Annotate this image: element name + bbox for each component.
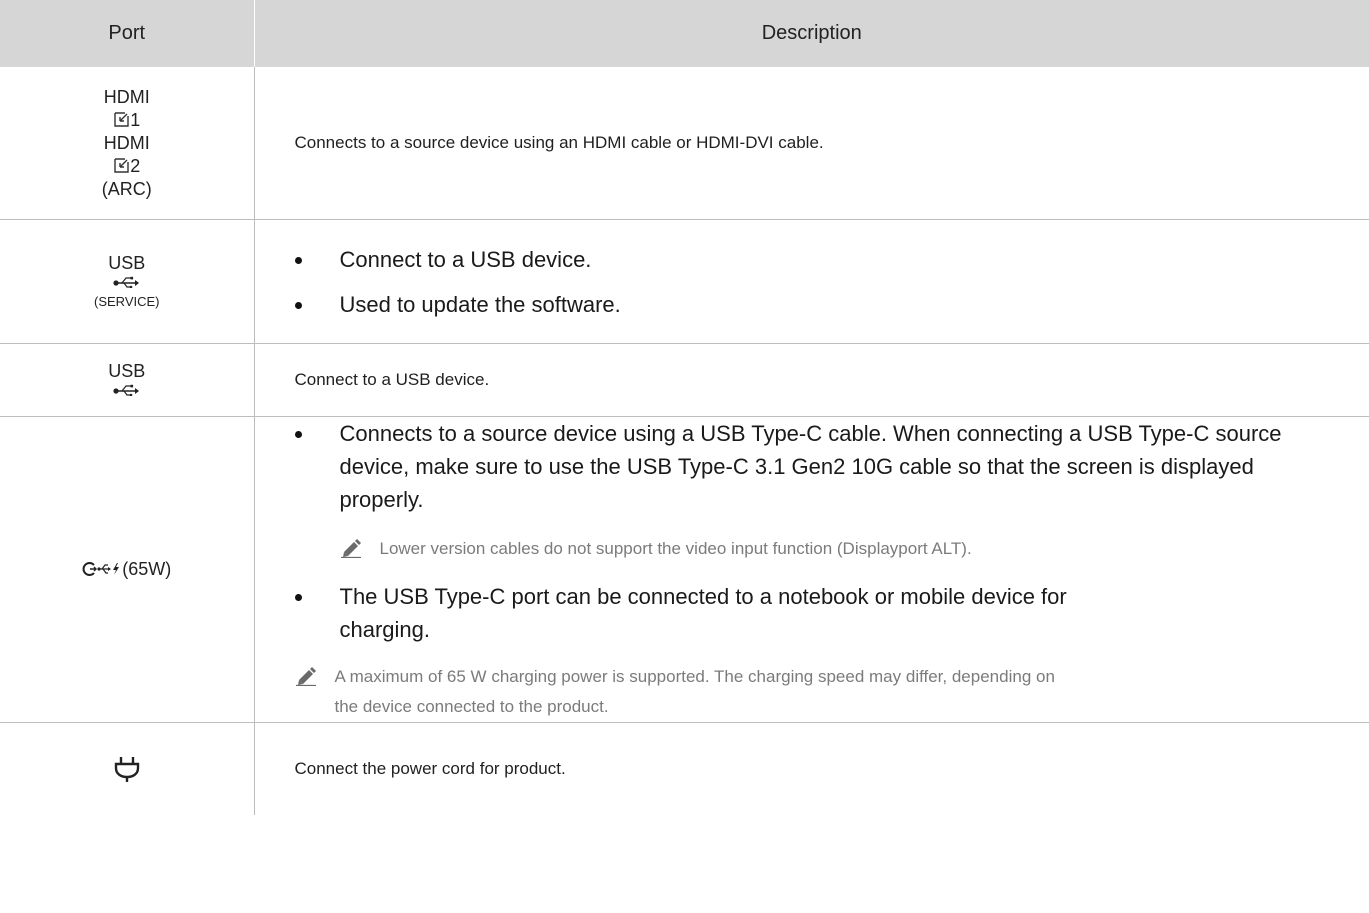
port-cell-usb: USB — [0, 343, 255, 417]
description-text-hdmi: Connects to a source device using an HDM… — [294, 133, 824, 152]
port-label-hdmi2: HDMI — [103, 132, 150, 153]
description-cell-usb-service: Connect to a USB device. Used to update … — [254, 219, 1369, 344]
header-description: Description — [254, 0, 1369, 67]
note-cable-version: Lower version cables do not support the … — [295, 534, 1350, 564]
port-label-usb-service: USB — [108, 253, 146, 273]
list-item: The USB Type-C port can be connected to … — [294, 580, 1350, 646]
usb-icon — [113, 276, 139, 289]
port-number-hdmi2: 2 — [130, 155, 141, 176]
description-cell-usb: Connect to a USB device. — [254, 343, 1369, 417]
list-item: Connect to a USB device. — [294, 243, 1350, 276]
description-text-power: Connect the power cord for product. — [294, 759, 566, 778]
bullet-list-usb-c-2: The USB Type-C port can be connected to … — [294, 580, 1350, 646]
pencil-note-icon — [340, 539, 361, 558]
port-label-usb: USB — [108, 360, 146, 381]
table-header-row: Port Description — [0, 0, 1369, 67]
bullet-dot — [294, 431, 302, 438]
list-item: Connects to a source device using a USB … — [294, 417, 1350, 516]
bullet-dot — [294, 301, 302, 309]
table-row-usb-c: (65W) Connects to a source device using … — [0, 416, 1369, 723]
description-cell-usb-c: Connects to a source device using a USB … — [254, 416, 1369, 723]
bullet-dot — [294, 594, 302, 601]
hdmi-input-icon — [114, 111, 129, 127]
port-cell-usb-c: (65W) — [0, 416, 255, 723]
table-row-power: Connect the power cord for product. — [0, 722, 1369, 816]
list-item: Used to update the software. — [294, 288, 1350, 321]
port-sub-service: (SERVICE) — [94, 294, 160, 309]
header-port: Port — [0, 0, 255, 67]
hdmi-input-icon — [114, 157, 129, 173]
usb-icon — [113, 384, 139, 396]
port-cell-power — [0, 722, 255, 815]
port-cell-hdmi: HDMI 1 HDMI 2 (ARC) — [0, 67, 255, 220]
description-cell-hdmi: Connects to a source device using an HDM… — [254, 67, 1369, 220]
table-row-hdmi: HDMI 1 HDMI 2 (ARC) Connects to a source… — [0, 67, 1369, 220]
bullet-list-usb-service: Connect to a USB device. Used to update … — [294, 243, 1350, 321]
usb-c-charging-icon — [82, 562, 120, 576]
port-label-arc: (ARC) — [101, 178, 152, 199]
note-text-cable: Lower version cables do not support the … — [379, 539, 972, 558]
power-plug-icon — [114, 757, 139, 782]
table-row-usb-service: USB (SERVICE) Connect to a USB device. U… — [0, 219, 1369, 344]
bullet-list-usb-c: Connects to a source device using a USB … — [294, 417, 1350, 516]
port-label-usb-c: (65W) — [122, 559, 172, 579]
description-cell-power: Connect the power cord for product. — [254, 723, 1369, 816]
description-text-usb: Connect to a USB device. — [294, 370, 490, 389]
port-cell-usb-service: USB (SERVICE) — [0, 219, 255, 344]
note-charging-power: A maximum of 65 W charging power is supp… — [295, 662, 1350, 722]
table-row-usb: USB Connect to a USB device. — [0, 343, 1369, 417]
note-text-charging: A maximum of 65 W charging power is supp… — [334, 667, 1055, 716]
port-number-hdmi1: 1 — [130, 109, 141, 130]
pencil-note-icon — [295, 667, 316, 686]
bullet-dot — [294, 256, 302, 264]
ports-table: Port Description HDMI 1 HDMI 2 (ARC) Con… — [0, 0, 1369, 815]
port-label-hdmi1: HDMI — [103, 86, 150, 107]
